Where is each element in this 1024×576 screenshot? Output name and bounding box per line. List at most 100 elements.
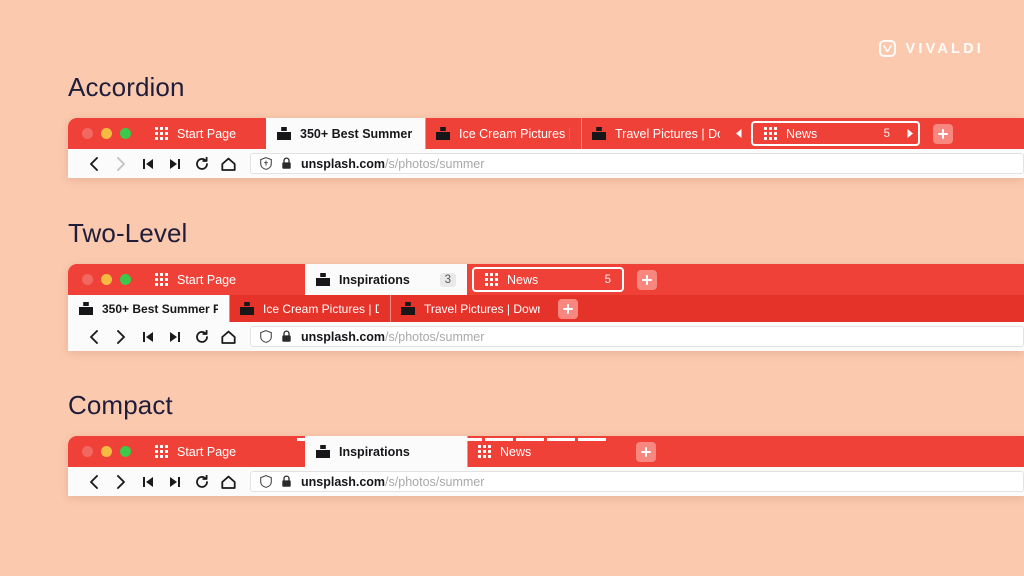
browser-window-compact: Start Page Inspirations News unsplash.co… bbox=[68, 436, 1024, 496]
fast-forward-icon[interactable] bbox=[161, 468, 188, 495]
address-bar-accordion: unsplash.com/s/photos/summer bbox=[68, 149, 1024, 178]
shield-icon bbox=[260, 475, 272, 488]
vivaldi-brand: VIVALDI bbox=[879, 40, 984, 57]
new-tab-button[interactable] bbox=[933, 123, 953, 144]
home-icon[interactable] bbox=[215, 468, 242, 495]
lock-icon bbox=[282, 157, 291, 169]
rewind-icon[interactable] bbox=[134, 468, 161, 495]
tab-summer-pictures[interactable]: 350+ Best Summer Picture bbox=[266, 118, 425, 149]
window-controls bbox=[68, 446, 144, 457]
maximize-button[interactable] bbox=[120, 128, 131, 139]
tab-label: Inspirations bbox=[339, 444, 410, 459]
page-title-compact: Compact bbox=[68, 390, 173, 420]
unsplash-icon bbox=[592, 127, 606, 140]
tab-strip-two-level-secondary: 350+ Best Summer Picture Ice Cream Pictu… bbox=[68, 295, 1024, 322]
url-text: unsplash.com/s/photos/summer bbox=[301, 330, 484, 344]
tab-count-badge: 3 bbox=[439, 272, 456, 287]
grid-icon bbox=[478, 445, 491, 458]
tab-stack-news-tab[interactable]: News 5 bbox=[474, 269, 622, 290]
url-input[interactable]: unsplash.com/s/photos/summer bbox=[250, 326, 1024, 347]
shield-icon bbox=[260, 157, 272, 170]
tab-label: News bbox=[507, 272, 539, 287]
tab-stack-news-tab[interactable]: News 5 bbox=[753, 123, 901, 144]
url-host: unsplash.com bbox=[301, 474, 386, 489]
close-button[interactable] bbox=[82, 446, 93, 457]
close-button[interactable] bbox=[82, 274, 93, 285]
tab-label: Start Page bbox=[177, 272, 237, 287]
rewind-icon[interactable] bbox=[134, 323, 161, 350]
chevron-right-icon[interactable] bbox=[901, 123, 918, 144]
fast-forward-icon[interactable] bbox=[161, 150, 188, 177]
url-path: /s/photos/summer bbox=[385, 329, 485, 344]
reload-icon[interactable] bbox=[188, 323, 215, 350]
section-accordion: Accordion Start Page 350+ Best Summer Pi… bbox=[68, 72, 1024, 178]
tab-stack-news[interactable]: News 5 bbox=[472, 267, 624, 292]
browser-window-accordion: Start Page 350+ Best Summer Picture Ice … bbox=[68, 118, 1024, 178]
new-subtab-button[interactable] bbox=[558, 298, 578, 319]
unsplash-icon bbox=[316, 273, 330, 286]
tab-travel-pictures[interactable]: Travel Pictures | Download bbox=[581, 118, 731, 149]
page-title-two-level: Two-Level bbox=[68, 218, 188, 248]
tab-start-page[interactable]: Start Page bbox=[144, 264, 305, 295]
home-icon[interactable] bbox=[215, 150, 242, 177]
minimize-button[interactable] bbox=[101, 446, 112, 457]
tab-strip-accordion: Start Page 350+ Best Summer Picture Ice … bbox=[68, 118, 1024, 149]
reload-icon[interactable] bbox=[188, 150, 215, 177]
tab-strip-empty-area bbox=[961, 118, 1024, 149]
browser-window-two-level: Start Page Inspirations 3 News 5 350+ Be… bbox=[68, 264, 1024, 351]
tab-stack-inspirations[interactable]: Inspirations bbox=[305, 436, 467, 467]
tab-label: 350+ Best Summer Picture bbox=[300, 126, 414, 141]
tab-label: Ice Cream Pictures | Down bbox=[459, 126, 570, 141]
back-arrow-icon[interactable] bbox=[80, 150, 107, 177]
tab-label: Start Page bbox=[177, 126, 237, 141]
forward-arrow-icon[interactable] bbox=[107, 323, 134, 350]
close-button[interactable] bbox=[82, 128, 93, 139]
lock-icon bbox=[282, 475, 291, 487]
maximize-button[interactable] bbox=[120, 274, 131, 285]
subtab-summer-pictures[interactable]: 350+ Best Summer Picture bbox=[68, 295, 229, 322]
window-controls bbox=[68, 128, 144, 139]
tab-count-badge: 5 bbox=[883, 127, 890, 140]
tab-label: Inspirations bbox=[339, 272, 410, 287]
forward-arrow-icon[interactable] bbox=[107, 150, 134, 177]
brand-name: VIVALDI bbox=[905, 40, 984, 57]
subtab-travel-pictures[interactable]: Travel Pictures | Download bbox=[390, 295, 551, 322]
url-input[interactable]: unsplash.com/s/photos/summer bbox=[250, 471, 1024, 492]
tab-start-page[interactable]: Start Page bbox=[144, 436, 305, 467]
tab-stack-inspirations[interactable]: Inspirations 3 bbox=[305, 264, 467, 295]
back-arrow-icon[interactable] bbox=[80, 323, 107, 350]
tab-start-page[interactable]: Start Page bbox=[144, 118, 266, 149]
tab-label: Travel Pictures | Download bbox=[424, 301, 540, 316]
subtab-ice-cream-pictures[interactable]: Ice Cream Pictures | Down bbox=[229, 295, 390, 322]
url-input[interactable]: unsplash.com/s/photos/summer bbox=[250, 153, 1024, 174]
tab-stack-news[interactable]: News bbox=[467, 436, 628, 467]
tab-label: News bbox=[500, 444, 532, 459]
tab-strip-empty-area bbox=[585, 295, 1024, 322]
maximize-button[interactable] bbox=[120, 446, 131, 457]
tab-strip-empty-area bbox=[664, 436, 1024, 467]
reload-icon[interactable] bbox=[188, 468, 215, 495]
url-path: /s/photos/summer bbox=[385, 474, 485, 489]
back-arrow-icon[interactable] bbox=[80, 468, 107, 495]
unsplash-icon bbox=[79, 302, 93, 315]
minimize-button[interactable] bbox=[101, 128, 112, 139]
unsplash-icon bbox=[436, 127, 450, 140]
home-icon[interactable] bbox=[215, 323, 242, 350]
tab-label: 350+ Best Summer Picture bbox=[102, 301, 218, 316]
forward-arrow-icon[interactable] bbox=[107, 468, 134, 495]
page-title-accordion: Accordion bbox=[68, 72, 185, 102]
tab-label: News bbox=[786, 126, 818, 141]
fast-forward-icon[interactable] bbox=[161, 323, 188, 350]
url-host: unsplash.com bbox=[301, 329, 386, 344]
tab-stack-news[interactable]: News 5 bbox=[751, 121, 920, 146]
new-tab-button[interactable] bbox=[636, 441, 656, 462]
address-bar-two-level: unsplash.com/s/photos/summer bbox=[68, 322, 1024, 351]
address-bar-compact: unsplash.com/s/photos/summer bbox=[68, 467, 1024, 496]
rewind-icon[interactable] bbox=[134, 150, 161, 177]
chevron-left-icon[interactable] bbox=[731, 118, 746, 149]
new-tab-button[interactable] bbox=[637, 269, 657, 290]
grid-icon bbox=[155, 127, 168, 140]
unsplash-icon bbox=[401, 302, 415, 315]
minimize-button[interactable] bbox=[101, 274, 112, 285]
tab-ice-cream-pictures[interactable]: Ice Cream Pictures | Down bbox=[425, 118, 581, 149]
